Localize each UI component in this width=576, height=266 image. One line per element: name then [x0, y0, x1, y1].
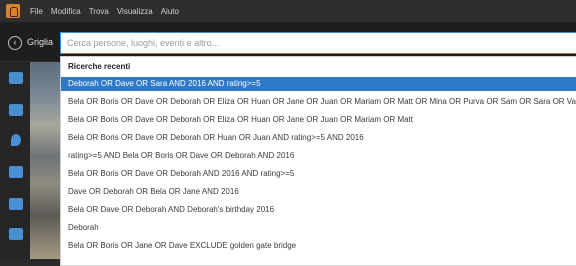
chevron-left-icon: ‹ [13, 37, 17, 47]
albums-icon[interactable] [9, 228, 23, 240]
back-button[interactable]: ‹ [8, 36, 22, 50]
people-icon[interactable] [9, 104, 23, 116]
back-label[interactable]: Griglia [27, 37, 53, 47]
folders-icon[interactable] [9, 198, 23, 210]
recent-search-item[interactable]: Bela OR Boris OR Dave OR Deborah OR Eliz… [61, 95, 576, 109]
recent-search-item[interactable]: Bela OR Boris OR Jane OR Dave EXCLUDE go… [61, 239, 576, 253]
recent-searches-header: Ricerche recenti [68, 62, 131, 71]
menu-trova[interactable]: Trova [89, 7, 109, 16]
menu-file[interactable]: File [30, 7, 43, 16]
sidebar [0, 62, 30, 259]
search-input[interactable] [60, 32, 576, 54]
recent-search-item[interactable]: Bela OR Boris OR Dave OR Deborah AND 201… [61, 167, 576, 181]
menu-modifica[interactable]: Modifica [51, 7, 81, 16]
recent-search-item[interactable]: Deborah [61, 221, 576, 235]
events-icon[interactable] [9, 72, 23, 84]
recent-search-item[interactable]: Bela OR Dave OR Deborah AND Deborah's bi… [61, 203, 576, 217]
photo-thumbnails [30, 62, 60, 259]
recent-search-item[interactable]: Dave OR Deborah OR Bela OR Jane AND 2016 [61, 185, 576, 199]
menu-aiuto[interactable]: Aiuto [161, 7, 179, 16]
recent-search-item[interactable]: Bela OR Boris OR Dave OR Deborah OR Huan… [61, 131, 576, 145]
recent-search-item[interactable]: rating>=5 AND Bela OR Boris OR Dave OR D… [61, 149, 576, 163]
places-icon[interactable] [11, 134, 21, 146]
menu-bar: File Modifica Trova Visualizza Aiuto [0, 0, 576, 23]
calendar-icon[interactable] [9, 166, 23, 178]
recent-searches-dropdown: Ricerche recenti Deborah OR Dave OR Sara… [60, 56, 576, 266]
recent-search-item[interactable]: Bela OR Boris OR Dave OR Deborah OR Eliz… [61, 113, 576, 127]
menu-visualizza[interactable]: Visualizza [117, 7, 153, 16]
app-logo-icon [6, 4, 20, 18]
recent-search-item[interactable]: Deborah OR Dave OR Sara AND 2016 AND rat… [61, 77, 576, 91]
